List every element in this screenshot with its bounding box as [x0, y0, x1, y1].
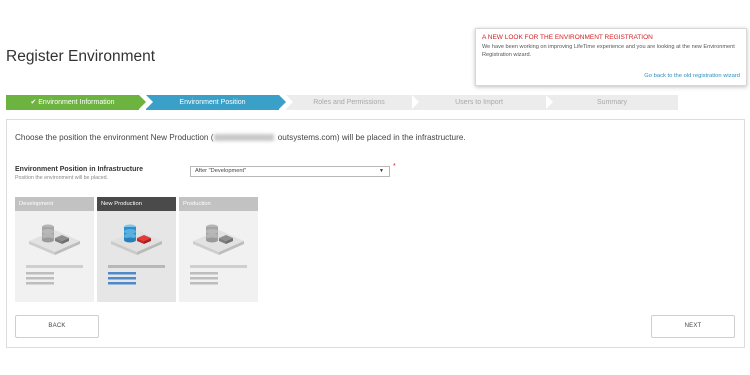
environment-illustration-icon [108, 224, 165, 285]
step-summary: Summary [546, 95, 678, 110]
required-marker: * [393, 163, 396, 170]
new-look-notice: A NEW LOOK FOR THE ENVIRONMENT REGISTRAT… [475, 28, 747, 86]
env-card-title: Production [179, 197, 258, 211]
env-card-production[interactable]: Production [179, 197, 258, 302]
position-field-label: Environment Position in Infrastructure [15, 166, 143, 173]
page-title: Register Environment [6, 48, 156, 65]
back-button[interactable]: BACK [15, 315, 99, 338]
step-separator [412, 95, 419, 109]
select-value: After "Development" [195, 168, 247, 174]
old-wizard-link[interactable]: Go back to the old registration wizard [644, 73, 740, 79]
step-arrow [139, 95, 146, 109]
chevron-down-icon: ▼ [379, 168, 384, 174]
wizard-steps: ✔ Environment Information Environment Po… [6, 95, 678, 110]
env-card-development[interactable]: Development [15, 197, 94, 302]
step-separator [286, 95, 293, 109]
notice-title: A NEW LOOK FOR THE ENVIRONMENT REGISTRAT… [482, 34, 653, 41]
env-card-title: Development [15, 197, 94, 211]
step-separator [546, 95, 553, 109]
instructions-start: Choose the position the environment New … [15, 133, 214, 142]
step-roles-and-permissions: Roles and Permissions [286, 95, 412, 110]
position-instructions: Choose the position the environment New … [15, 133, 466, 142]
notice-body: We have been working on improving LifeTi… [482, 44, 735, 58]
step-arrow [279, 95, 286, 109]
environment-illustration-icon [26, 224, 83, 285]
position-select[interactable]: After "Development" ▼ [190, 166, 390, 177]
environment-illustration-icon [190, 224, 247, 285]
env-card-title: New Production [97, 197, 176, 211]
instructions-end: outsystems.com) will be placed in the in… [277, 133, 466, 142]
step-environment-position[interactable]: Environment Position [146, 95, 279, 110]
step-environment-information[interactable]: ✔ Environment Information [6, 95, 139, 110]
step-users-to-import: Users to Import [412, 95, 546, 110]
redacted-hostname [214, 134, 275, 142]
env-card-new-production[interactable]: New Production [97, 197, 176, 302]
next-button[interactable]: NEXT [651, 315, 735, 338]
step-separator [146, 95, 153, 109]
position-field-help: Position the environment will be placed. [15, 175, 109, 181]
